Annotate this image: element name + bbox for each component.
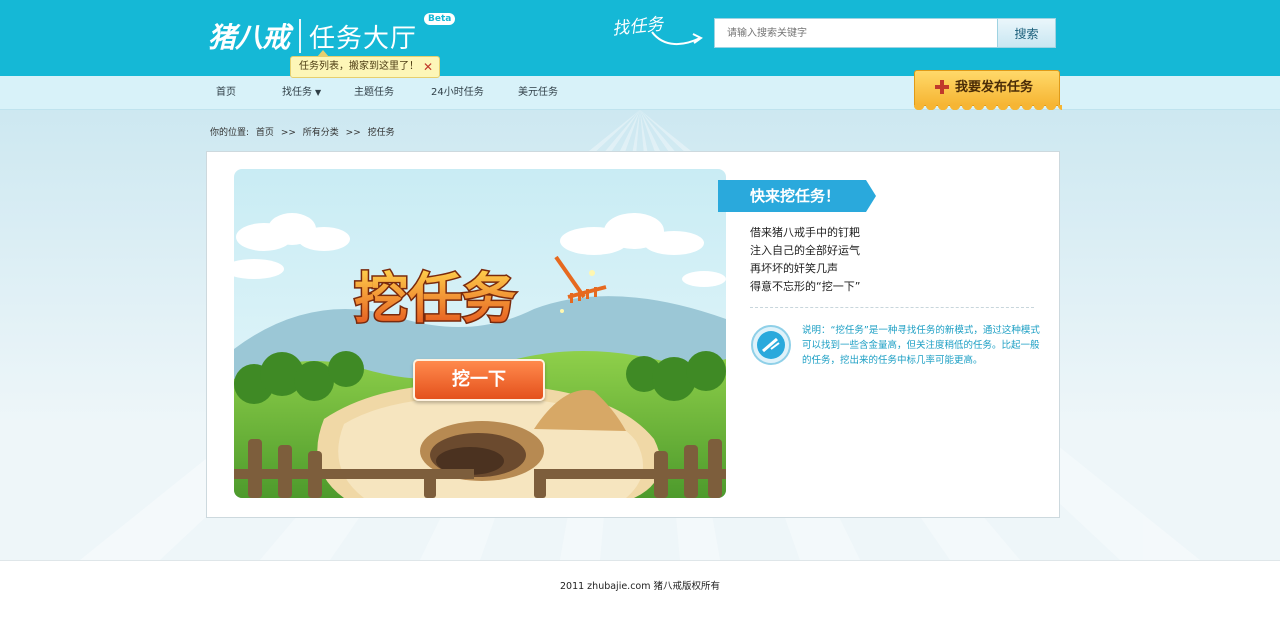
explanation-text: 说明：“挖任务”是一种寻找任务的新模式，通过这种模式可以找到一些含金量高，但关注… [802, 325, 1040, 366]
copyright-text: 2011 zhubajie.com 猪八戒版权所有 [559, 581, 721, 592]
cartoon-landscape-illustration: 挖任务 [234, 169, 726, 498]
logo-brand: 猪八戒 [208, 21, 290, 54]
breadcrumb-label: 你的位置: [210, 128, 250, 138]
nav-item-24h-tasks[interactable]: 24小时任务 [431, 76, 484, 110]
footer: 2011 zhubajie.com 猪八戒版权所有 [0, 560, 1280, 620]
header: 猪八戒 任务大厅 Beta 找任务 搜索 [0, 0, 1280, 76]
breadcrumb-all-categories[interactable]: 所有分类 [303, 128, 339, 138]
main-nav: 首页 找任务 ▼ 主题任务 24小时任务 美元任务 [0, 76, 1280, 110]
plus-icon [935, 80, 949, 94]
ribbon-title: 快来挖任务！ [750, 187, 841, 205]
slogan-line: 得意不忘形的“挖一下” [750, 280, 861, 293]
logo-title: 任务大厅 [309, 23, 418, 54]
curved-arrow-icon [651, 31, 703, 45]
breadcrumb-separator: >> [345, 128, 361, 138]
nav-item-home[interactable]: 首页 [216, 76, 236, 110]
scene-title-art: 挖任务 [354, 267, 516, 330]
slogan-line: 借来猪八戒手中的钉耙 [750, 226, 860, 239]
slogan-line: 注入自己的全部好运气 [750, 244, 860, 257]
breadcrumb-separator: >> [280, 128, 296, 138]
dig-button[interactable]: 挖一下 [413, 359, 545, 401]
breadcrumb-current: 挖任务 [367, 128, 395, 138]
caret-down-icon: ▼ [315, 88, 322, 97]
tooltip-text: 任务列表，搬家到这里了！ [299, 61, 419, 72]
logo[interactable]: 猪八戒 任务大厅 Beta [208, 13, 456, 58]
nav-item-find-task[interactable]: 找任务 ▼ [282, 76, 321, 110]
dig-task-scene: 挖任务 挖一下 [234, 169, 726, 498]
search-button[interactable]: 搜索 [998, 18, 1056, 48]
divider [750, 307, 1034, 308]
nav-item-label: 找任务 [282, 87, 312, 98]
slogan-text: 借来猪八戒手中的钉耙 注入自己的全部好运气 再坏坏的奸笑几声 得意不忘形的“挖一… [750, 224, 860, 296]
nav-item-usd-tasks[interactable]: 美元任务 [518, 76, 558, 110]
search-input[interactable] [714, 18, 998, 48]
beta-badge: Beta [424, 13, 456, 25]
content-panel: 挖任务 挖一下 快来挖任务！ 借来猪八戒手中的钉耙 注入自己的全部好运气 再坏坏… [206, 151, 1060, 518]
logo-divider [299, 19, 302, 53]
slogan-line: 再坏坏的奸笑几声 [750, 262, 838, 275]
breadcrumb: 你的位置: 首页 >> 所有分类 >> 挖任务 [210, 125, 399, 138]
nav-tooltip: 任务列表，搬家到这里了！ ✕ [290, 50, 440, 78]
search-bar: 搜索 [714, 18, 1056, 48]
breadcrumb-home[interactable]: 首页 [256, 128, 274, 138]
rake-badge-icon [751, 325, 791, 365]
close-icon[interactable]: ✕ [423, 57, 433, 77]
publish-task-button[interactable]: 我要发布任务 [914, 70, 1062, 112]
publish-task-label: 我要发布任务 [955, 80, 1034, 95]
nav-item-theme-tasks[interactable]: 主题任务 [354, 76, 394, 110]
